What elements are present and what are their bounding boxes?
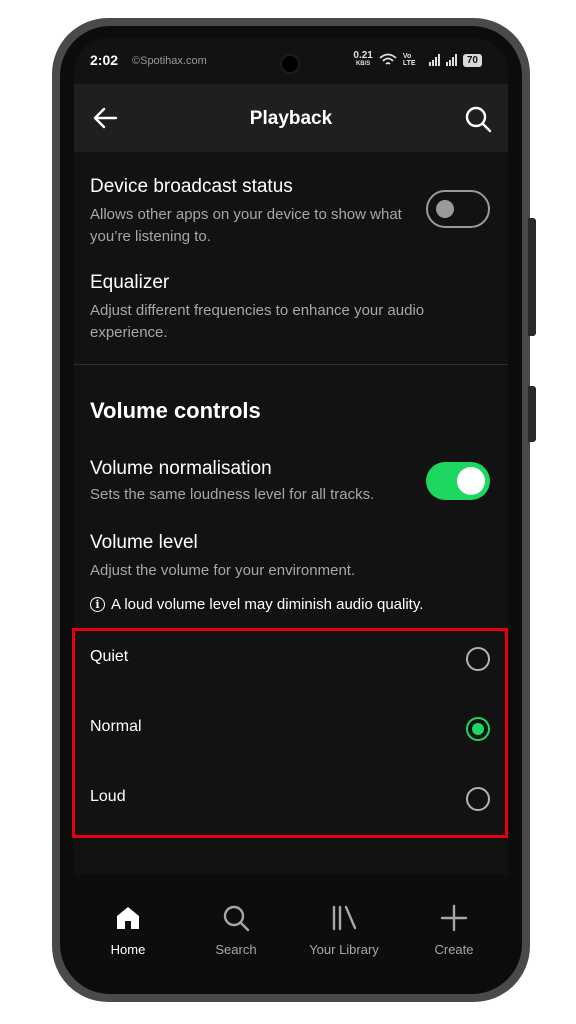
page-title: Playback (249, 108, 333, 129)
section-title: Volume controls (90, 398, 261, 423)
front-camera (280, 54, 300, 74)
signal-icon-2 (445, 54, 457, 66)
net-speed-unit: KB/S (355, 61, 371, 67)
wifi-icon (379, 53, 397, 65)
nav-label: Your Library (309, 942, 379, 957)
nav-item-create[interactable]: Create (400, 874, 508, 962)
highlight-box (72, 628, 508, 838)
volte-indicator: Vo LTE (402, 53, 416, 67)
setting-description: Adjust different frequencies to enhance … (90, 302, 425, 341)
toggle-knob (457, 467, 485, 495)
battery-icon: 70 (462, 53, 482, 67)
home-icon (117, 907, 139, 929)
nav-item-library[interactable]: Your Library (290, 874, 398, 962)
device-broadcast-setting[interactable]: Device broadcast status Allows other app… (90, 176, 406, 248)
nav-label: Home (110, 942, 146, 957)
bottom-nav: Home Search Your Library Create (74, 874, 508, 962)
nav-label: Create (434, 942, 474, 957)
warning-text: A loud volume level may diminish audio q… (111, 596, 424, 613)
nav-item-home[interactable]: Home (74, 874, 182, 962)
setting-title: Device broadcast status (90, 176, 293, 197)
search-icon[interactable] (464, 105, 492, 133)
library-icon (332, 905, 357, 931)
setting-title: Equalizer (90, 272, 170, 293)
power-button (528, 218, 536, 336)
setting-description: Sets the same loudness level for all tra… (90, 486, 375, 503)
volume-button (528, 386, 536, 442)
status-time: 2:02 (90, 52, 119, 68)
equalizer-setting[interactable]: Equalizer Adjust different frequencies t… (90, 272, 480, 344)
status-bar: 2:02 ©Spotihax.com 0.21 KB/S Vo LTE 70 (74, 38, 508, 84)
divider (74, 364, 508, 365)
nav-item-search[interactable]: Search (182, 874, 290, 962)
volume-warning: i A loud volume level may diminish audio… (90, 596, 423, 613)
volume-normalisation-setting[interactable]: Volume normalisation Sets the same loudn… (90, 458, 406, 506)
net-speed: 0.21 KB/S (353, 51, 372, 69)
watermark: ©Spotihax.com (132, 55, 207, 67)
setting-title: Volume normalisation (90, 458, 272, 479)
setting-title: Volume level (90, 532, 198, 553)
search-icon (223, 905, 250, 932)
volume-level-setting: Volume level Adjust the volume for your … (90, 532, 480, 582)
status-icons: 0.21 KB/S Vo LTE 70 (353, 51, 482, 69)
setting-description: Allows other apps on your device to show… (90, 206, 402, 245)
signal-icon (428, 54, 440, 66)
plus-icon (440, 904, 468, 932)
device-broadcast-toggle[interactable] (426, 190, 490, 228)
setting-description: Adjust the volume for your environment. (90, 562, 356, 579)
volume-normalisation-toggle[interactable] (426, 462, 490, 500)
toggle-knob (436, 200, 454, 218)
app-header: Playback (74, 84, 508, 152)
nav-label: Search (215, 942, 257, 957)
info-icon: i (90, 597, 105, 612)
